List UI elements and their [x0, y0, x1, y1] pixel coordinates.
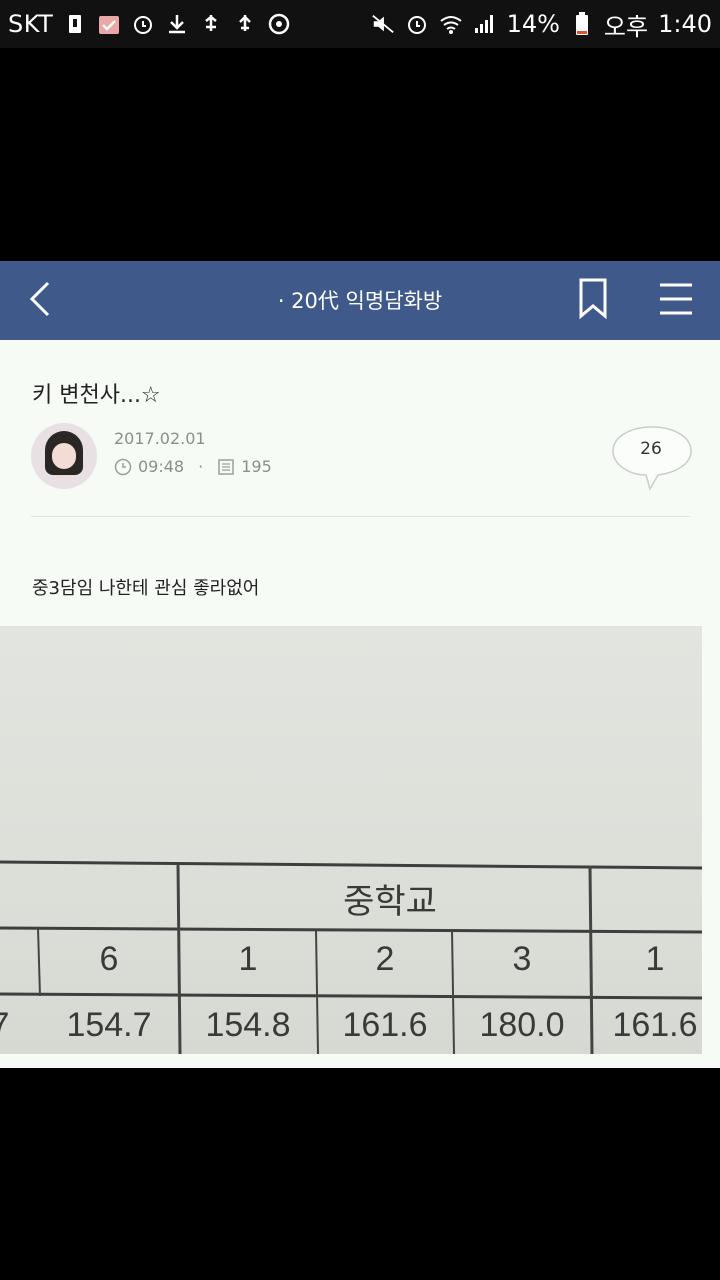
- view-count: 195: [241, 457, 272, 476]
- table-header-group: 중학교: [343, 883, 437, 921]
- battery-icon: [570, 12, 594, 36]
- app-bar: · 20代 익명담화방: [0, 261, 720, 340]
- height-cell: 7: [0, 1006, 20, 1045]
- views-icon: [218, 458, 234, 475]
- battery-percent: 14%: [506, 10, 560, 38]
- alarm-icon: [405, 12, 429, 36]
- clock: 1:40: [658, 10, 712, 38]
- height-cell: 154.8: [205, 1006, 291, 1044]
- divider: [31, 516, 690, 517]
- post-body: 중3담임 나한테 관심 좋라없어: [32, 578, 260, 599]
- usb-debug-icon: [199, 12, 223, 36]
- signal-icon: [473, 12, 497, 36]
- grade-cell: 3: [512, 940, 532, 978]
- comment-bubble-icon[interactable]: [610, 423, 694, 495]
- usb-icon: [233, 12, 257, 36]
- ampm-label: 오후: [603, 12, 649, 41]
- comment-count[interactable]: 26: [610, 439, 692, 459]
- post-meta-row: 09:48 · 195: [114, 457, 272, 476]
- status-bar: SKT 14% 오후 1:40: [0, 0, 720, 48]
- photo-table-lines: [0, 860, 702, 1054]
- avatar[interactable]: [31, 423, 97, 489]
- alarm-icon: [131, 12, 155, 36]
- meta-separator: ·: [198, 457, 204, 476]
- height-cell: 161.6: [342, 1006, 428, 1044]
- grade-cell: 6: [99, 940, 119, 978]
- wifi-icon: [439, 12, 463, 36]
- grade-cell: 1: [645, 940, 665, 978]
- bookmark-icon: [579, 278, 607, 320]
- calendar-check-icon: [97, 12, 121, 36]
- carrier-label: SKT: [8, 10, 54, 38]
- sim-icon: [63, 12, 87, 36]
- grade-cell: 1: [238, 940, 258, 978]
- post-time: 09:48: [138, 457, 185, 476]
- post-date: 2017.02.01: [114, 429, 206, 448]
- height-cell: 180.0: [479, 1006, 565, 1044]
- clock-icon: [114, 458, 132, 475]
- hamburger-menu-icon: [660, 283, 692, 315]
- height-cell: 161.6: [612, 1006, 698, 1044]
- sync-icon: [267, 12, 291, 36]
- post-title: 키 변천사...☆: [32, 383, 161, 408]
- page-title: · 20代 익명담화방: [277, 289, 443, 313]
- app-screen: · 20代 익명담화방 키 변천사...☆ 2017.02.01 09:48 ·…: [0, 261, 720, 1068]
- grade-cell: 2: [375, 940, 395, 978]
- mute-icon: [371, 12, 395, 36]
- avatar-face: [52, 443, 76, 469]
- bookmark-button[interactable]: [576, 277, 610, 321]
- post-photo[interactable]: 중학교 6 1 2 3 1 7 154.7 154.8 161.6 180.0 …: [0, 626, 702, 1054]
- height-cell: 154.7: [66, 1006, 152, 1044]
- download-icon: [165, 12, 189, 36]
- menu-button[interactable]: [656, 281, 696, 317]
